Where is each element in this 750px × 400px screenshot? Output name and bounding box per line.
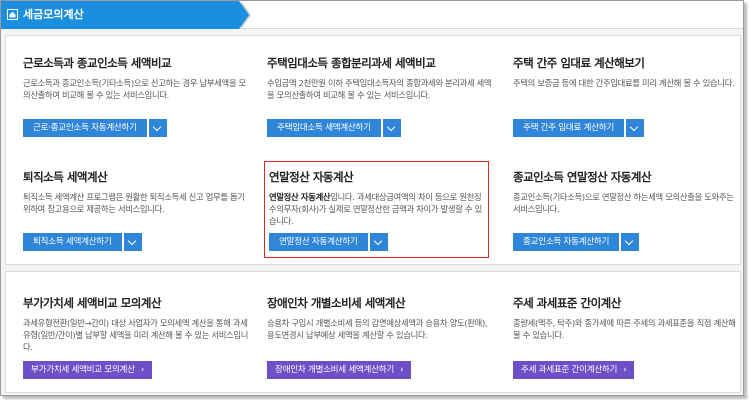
card-liquor-tax: 주세 과세표준 간이계산 종량세(맥주, 탁주)와 종가세에 따른 주세의 과세… xyxy=(513,295,741,341)
card-description: 종교인소득(기타소득)으로 연말정산 하는세액 모의산출을 도와주는 서비스입니… xyxy=(513,192,734,214)
button-text[interactable]: 장애인차 개별소비세 세액계산하기 xyxy=(275,365,394,375)
top-bar: 세금모의계산 xyxy=(1,1,743,29)
chevron-down-icon[interactable] xyxy=(621,233,640,251)
card-labor-religious: 근로소득과 종교인소득 세액비교 근로소득과 종교인소득(기타소득)으로 신고하… xyxy=(23,55,251,101)
card-description: 연말정산 자동계산입니다. 과세대상급여액의 차이 등으로 원천징수의무자(회사… xyxy=(269,191,483,227)
description-highlight: 연말정산 자동계산 xyxy=(269,192,331,202)
chevron-right-icon[interactable]: › xyxy=(141,361,145,379)
window: 세금모의계산 근로소득과 종교인소득 세액비교 근로소득과 종교인소득(기타소득… xyxy=(0,0,744,396)
button-text[interactable]: 부가가치세 세액비교 모의계산 xyxy=(31,365,135,375)
card-description: 근로소득과 종교인소득(기타소득)으로 신고하는 경우 납부세액을 모의산출하여… xyxy=(23,78,246,100)
card-description: 과세유형전환(일반→간이) 대상 사업자가 모의세액 계산을 통해 과세유형(일… xyxy=(23,318,249,352)
card-title: 퇴직소득 세액계산 xyxy=(23,170,108,184)
chevron-down-icon[interactable] xyxy=(625,119,644,137)
card-description: 수입금액 2천만원 이하 주택임대소득자의 종합과세와 분리과세 세액을 모의산… xyxy=(267,78,492,100)
card-retirement: 퇴직소득 세액계산 퇴직소득 세액계산 프로그램은 원활한 퇴직소득세 신고 업… xyxy=(23,169,251,215)
card-title: 종교인소득 연말정산 자동계산 xyxy=(513,170,652,184)
retirement-calc-button[interactable]: 퇴직소득 세액계산하기 xyxy=(23,233,142,251)
button-label[interactable]: 부가가치세 세액비교 모의계산 › xyxy=(23,361,153,379)
chevron-down-icon[interactable] xyxy=(148,119,167,137)
disabled-vehicle-calc-button[interactable]: 장애인차 개별소비세 세액계산하기 › xyxy=(267,361,412,379)
card-title: 연말정산 자동계산 xyxy=(269,170,354,184)
chevron-down-icon[interactable] xyxy=(369,233,388,251)
button-label[interactable]: 주세 과세표준 간이계산하기 › xyxy=(513,361,635,379)
card-description: 승용차 구입시 개별소비세 등의 감면예상세액과 승용차 양도(판매), 용도변… xyxy=(267,318,488,340)
chevron-right-icon[interactable]: › xyxy=(623,361,627,379)
button-label[interactable]: 근로·종교인소득 자동계산하기 xyxy=(23,119,147,137)
card-title: 주택 간주 임대료 계산해보기 xyxy=(513,56,645,70)
card-title: 부가가치세 세액비교 모의계산 xyxy=(23,296,162,310)
housing-rental-calc-button[interactable]: 주택임대소득 세액계산하기 xyxy=(267,119,401,137)
chevron-down-icon[interactable] xyxy=(123,233,142,251)
card-title: 근로소득과 종교인소득 세액비교 xyxy=(23,56,172,70)
card-disabled-vehicle: 장애인차 개별소비세 세액계산 승용차 구입시 개별소비세 등의 감면예상세액과… xyxy=(267,295,495,341)
card-description: 퇴직소득 세액계산 프로그램은 원활한 퇴직소득세 신고 업무를 돕기 위하여 … xyxy=(23,192,245,214)
button-label[interactable]: 주택임대소득 세액계산하기 xyxy=(267,119,381,137)
vat-comparison-button[interactable]: 부가가치세 세액비교 모의계산 › xyxy=(23,361,153,379)
liquor-tax-calc-button[interactable]: 주세 과세표준 간이계산하기 › xyxy=(513,361,635,379)
card-year-end-settlement: 연말정산 자동계산 연말정산 자동계산입니다. 과세대상급여액의 차이 등으로 … xyxy=(269,169,483,227)
button-text[interactable]: 주세 과세표준 간이계산하기 xyxy=(521,365,617,375)
button-label[interactable]: 퇴직소득 세액계산하기 xyxy=(23,233,122,251)
card-description: 주택의 보증금 등에 대한 간주임대료를 미리 계산해 볼 수 있습니다. xyxy=(513,78,735,88)
home-icon xyxy=(7,9,18,20)
religious-settlement-calc-button[interactable]: 종교인소득 자동계산하기 xyxy=(513,233,640,251)
button-label[interactable]: 연말정산 자동계산하기 xyxy=(269,233,368,251)
breadcrumb-arrow xyxy=(239,1,249,29)
button-label[interactable]: 장애인차 개별소비세 세액계산하기 › xyxy=(267,361,412,379)
breadcrumb[interactable]: 세금모의계산 xyxy=(1,1,251,29)
card-description: 종량세(맥주, 탁주)와 종가세에 따른 주세의 과세표준을 직접 계산해 볼 … xyxy=(513,318,736,340)
card-deemed-rent: 주택 간주 임대료 계산해보기 주택의 보증금 등에 대한 간주임대료를 미리 … xyxy=(513,55,741,89)
page-title: 세금모의계산 xyxy=(23,8,84,21)
card-religious-settlement: 종교인소득 연말정산 자동계산 종교인소득(기타소득)으로 연말정산 하는세액 … xyxy=(513,169,741,215)
card-title: 장애인차 개별소비세 세액계산 xyxy=(267,296,406,310)
card-housing-rental: 주택임대소득 종합분리과세 세액비교 수입금액 2천만원 이하 주택임대소득자의… xyxy=(267,55,495,101)
card-title: 주세 과세표준 간이계산 xyxy=(513,296,621,310)
card-title: 주택임대소득 종합분리과세 세액비교 xyxy=(267,56,436,70)
button-label[interactable]: 종교인소득 자동계산하기 xyxy=(513,233,620,251)
chevron-down-icon[interactable] xyxy=(382,119,401,137)
year-end-settlement-calc-button[interactable]: 연말정산 자동계산하기 xyxy=(269,233,388,251)
labor-religious-calc-button[interactable]: 근로·종교인소득 자동계산하기 xyxy=(23,119,167,137)
button-label[interactable]: 주택 간주 임대료 계산하기 xyxy=(513,119,624,137)
card-vat-comparison: 부가가치세 세액비교 모의계산 과세유형전환(일반→간이) 대상 사업자가 모의… xyxy=(23,295,251,353)
chevron-right-icon[interactable]: › xyxy=(400,361,404,379)
deemed-rent-calc-button[interactable]: 주택 간주 임대료 계산하기 xyxy=(513,119,644,137)
